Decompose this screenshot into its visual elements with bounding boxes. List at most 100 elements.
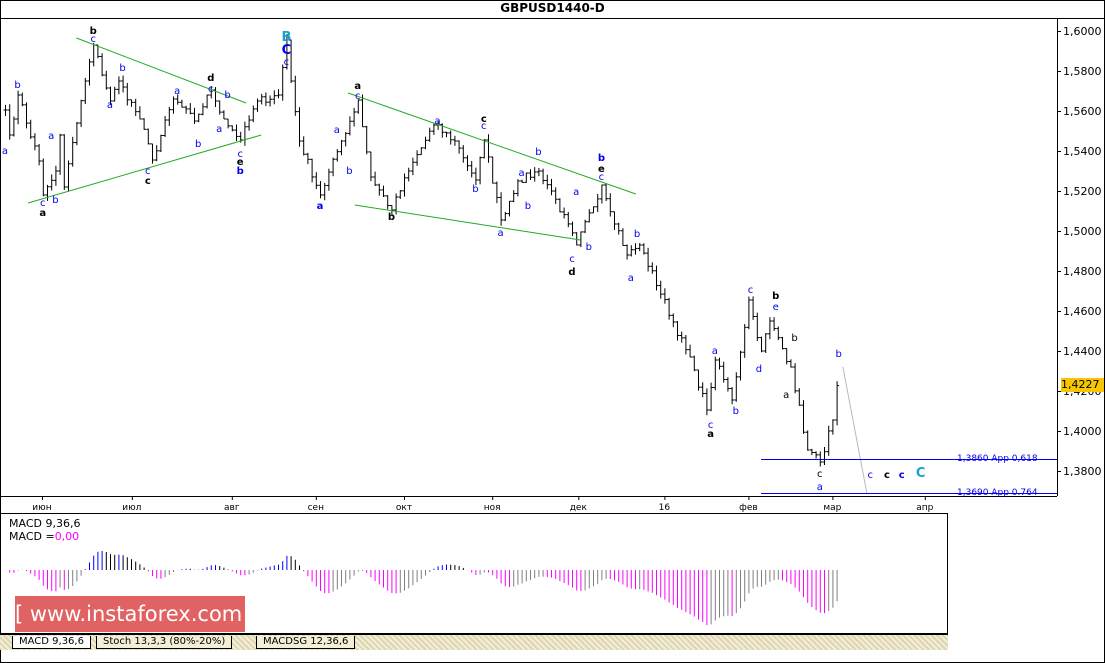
price-bar [406, 167, 411, 182]
price-bar [709, 382, 714, 412]
y-tick-label: 1,4800 [1063, 265, 1102, 278]
wave-label: b [791, 333, 797, 344]
level-label-0618: 1,3860 App 0,618 [957, 454, 1038, 464]
price-bar [608, 193, 613, 217]
price-bar [566, 212, 571, 228]
wave-label: a [783, 390, 789, 401]
price-bar [16, 90, 21, 125]
projection-line [842, 366, 868, 494]
price-bar [310, 158, 315, 183]
wave-label: C [282, 43, 292, 58]
price-bar [419, 147, 424, 156]
y-tick-label: 1,5400 [1063, 145, 1102, 158]
price-bar [788, 359, 793, 368]
price-bar [457, 140, 462, 154]
price-bar [469, 161, 474, 178]
price-bar [814, 451, 819, 459]
x-tick-label: сен [308, 503, 324, 513]
chart-title: GBPUSD1440-D [500, 1, 605, 15]
wave-label: c [899, 470, 905, 481]
price-bar [87, 58, 92, 86]
macd-value: 0,00 [54, 530, 80, 543]
price-bar [100, 53, 105, 77]
price-bar [364, 125, 369, 155]
price-bar [415, 150, 420, 166]
price-bar [809, 448, 814, 456]
wave-label: b [634, 229, 640, 240]
price-bar [641, 243, 646, 255]
price-bar [322, 182, 327, 201]
price-bar [20, 92, 25, 107]
price-bar [62, 134, 67, 190]
watermark: [ www.instaforex.com ] [15, 596, 257, 632]
price-bar [591, 206, 596, 214]
wave-label: d [207, 73, 214, 84]
price-bar [637, 243, 642, 252]
x-tick-label: июн [32, 503, 51, 513]
price-bar [58, 133, 63, 175]
price-bar [650, 262, 655, 274]
x-tick-label: ноя [484, 503, 501, 513]
price-bar [444, 131, 449, 138]
price-bar [767, 317, 772, 340]
level-label-0764: 1,3690 App 0.764 [957, 488, 1038, 498]
x-tick-label: апр [916, 503, 933, 513]
price-bar [410, 157, 415, 176]
wave-label: c [208, 84, 214, 95]
wave-label: c [599, 172, 605, 183]
wave-label: b [119, 63, 125, 74]
wave-label: a [174, 86, 180, 97]
price-bar [755, 312, 760, 342]
x-tick-label: дек [570, 503, 588, 513]
y-tick-label: 1,5200 [1063, 185, 1102, 198]
price-bar [725, 377, 730, 392]
price-bar [121, 75, 126, 93]
price-bar [402, 173, 407, 197]
wave-label: c [884, 470, 890, 481]
price-bar [343, 132, 348, 147]
price-bar [553, 187, 558, 205]
price-bar [583, 219, 588, 234]
chart-frame: abcabacbabccabdcabcebBCcaabacba ccbaabbcd… [0, 0, 1105, 663]
price-bar [423, 136, 428, 150]
wave-label: b [733, 406, 739, 417]
price-bar [247, 115, 252, 131]
price-bar [150, 143, 155, 164]
macd-value-label: MACD = [9, 530, 55, 543]
price-bar [620, 228, 625, 246]
wave-label: c [355, 91, 361, 102]
x-tick-label: окт [396, 503, 412, 513]
price-bar [784, 348, 789, 365]
price-bar [704, 388, 709, 416]
price-bar [490, 156, 495, 184]
price-bar [377, 183, 382, 196]
price-bar [11, 116, 16, 137]
x-tick-label: июл [122, 503, 141, 513]
price-bar [192, 107, 197, 125]
price-bar [184, 105, 189, 114]
price-bar [368, 151, 373, 182]
wave-label: b [195, 139, 201, 150]
price-bar [301, 136, 306, 156]
price-bar [473, 167, 478, 186]
tab-stoch[interactable]: Stoch 13,3,3 (80%-20%) [96, 636, 233, 649]
wave-label: c [817, 469, 823, 480]
price-bar [188, 103, 193, 115]
wave-label: c [481, 121, 487, 132]
price-bar [465, 155, 470, 171]
price-bar [347, 116, 352, 136]
y-tick-label: 1,5800 [1063, 65, 1102, 78]
price-bar [259, 93, 264, 105]
price-bar [427, 127, 432, 142]
price-bar [515, 179, 520, 197]
price-bar [830, 419, 835, 435]
price-bar [331, 157, 336, 177]
price-bar [83, 77, 88, 105]
price-bar [524, 172, 529, 183]
price-bar [255, 98, 260, 112]
price-bar [142, 118, 147, 130]
tab-macdsg[interactable]: MACDSG 12,36,6 [256, 636, 356, 649]
tab-macd[interactable]: MACD 9,36,6 [12, 636, 91, 649]
price-bar [373, 171, 378, 186]
price-bar [578, 231, 583, 248]
